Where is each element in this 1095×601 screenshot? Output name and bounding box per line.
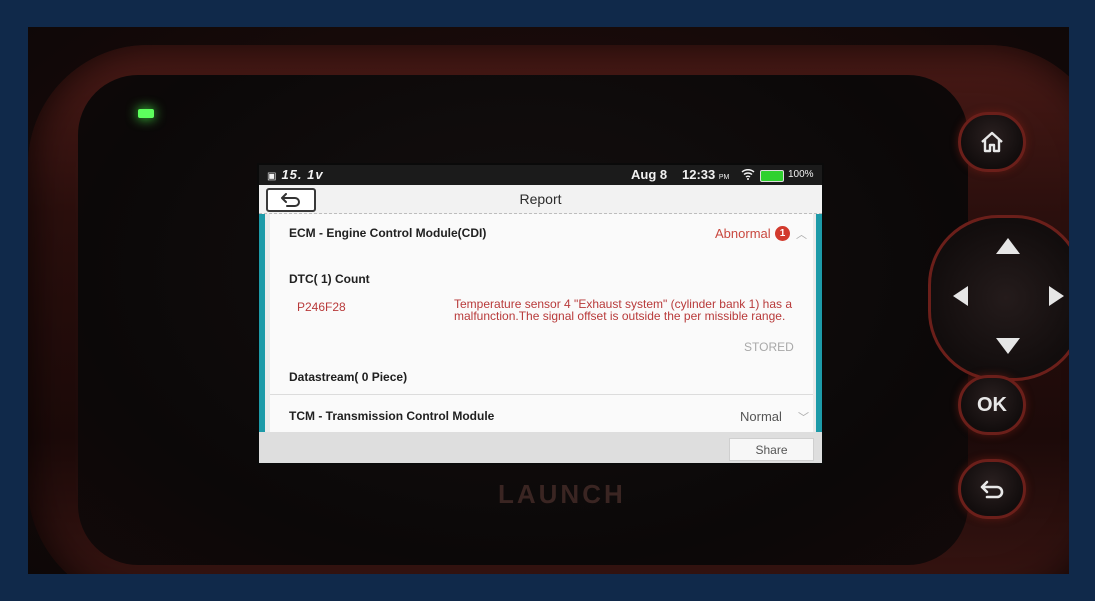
dtc-state: STORED — [744, 340, 794, 354]
tcm-status: Normal — [740, 409, 782, 424]
status-bar: ▣ 15. 1v Aug 8 12:33 PM 100% — [259, 165, 822, 185]
datastream-label: Datastream( 0 Piece) — [289, 370, 408, 384]
home-icon — [981, 131, 1003, 153]
status-date: Aug 8 — [631, 167, 668, 182]
status-time: 12:33 — [682, 167, 716, 182]
status-ampm: PM — [718, 174, 730, 181]
arrow-down-icon[interactable] — [996, 338, 1020, 354]
tcm-name[interactable]: TCM - Transmission Control Module — [289, 409, 494, 423]
battery-icon — [760, 170, 784, 182]
ecm-name: ECM - Engine Control Module(CDI) — [289, 226, 487, 240]
battery-percent: 100% — [788, 169, 814, 180]
chevron-up-icon[interactable]: ︿ — [796, 226, 807, 242]
arrow-left-icon[interactable] — [953, 286, 968, 306]
dtc-code: P246F28 — [297, 300, 346, 314]
report-panel: ECM - Engine Control Module(CDI) Abnorma… — [270, 214, 813, 432]
hardware-back-button[interactable] — [958, 459, 1026, 519]
report-content[interactable]: ECM - Engine Control Module(CDI) Abnorma… — [259, 214, 822, 432]
dtc-count-label: DTC( 1) Count — [289, 272, 370, 286]
direction-pad[interactable] — [928, 215, 1069, 381]
fault-count-badge: 1 — [775, 226, 790, 241]
title-bar: Report — [259, 185, 822, 214]
home-button[interactable] — [958, 112, 1026, 172]
brand-logo: LAUNCH — [498, 479, 626, 509]
status-time-wrap: 12:33 PM — [682, 167, 729, 182]
arrow-right-icon[interactable] — [1049, 286, 1064, 306]
wifi-icon — [741, 168, 755, 183]
page-title: Report — [519, 191, 562, 207]
ecm-status: Abnormal — [715, 226, 771, 241]
back-icon — [980, 480, 1004, 499]
ecm-section-header[interactable]: ECM - Engine Control Module(CDI) Abnorma… — [270, 214, 813, 250]
gallery-icon: ▣ — [267, 171, 278, 182]
ok-button[interactable]: OK — [958, 375, 1026, 435]
status-left: ▣ 15. 1v — [267, 167, 324, 182]
device-screen: ▣ 15. 1v Aug 8 12:33 PM 100% Report ECM -… — [259, 165, 822, 463]
ok-button-label: OK — [977, 393, 1007, 416]
dtc-description: Temperature sensor 4 "Exhaust system" (c… — [454, 297, 793, 323]
chevron-down-icon[interactable]: ﹀ — [798, 409, 809, 425]
bottom-bar: Share — [259, 432, 822, 463]
arrow-up-icon[interactable] — [996, 238, 1020, 254]
share-button[interactable]: Share — [729, 438, 814, 461]
status-left-text: 15. 1v — [281, 167, 324, 182]
power-led — [138, 109, 154, 118]
section-divider — [270, 394, 813, 395]
